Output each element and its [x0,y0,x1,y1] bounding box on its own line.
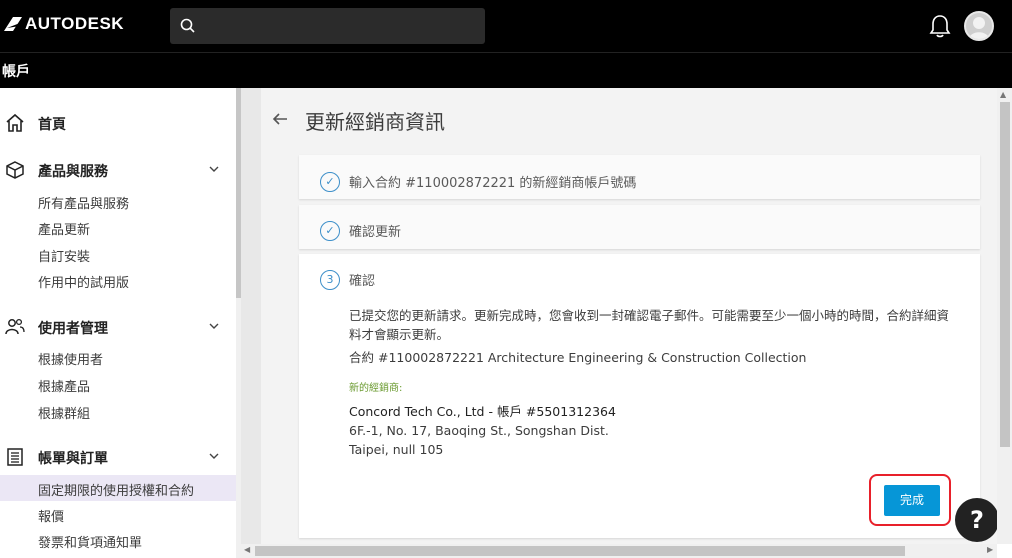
new-reseller-label: 新的經銷商: [349,383,403,394]
search-icon [180,18,195,33]
step-number-icon: 3 [320,270,340,290]
address-line: Taipei, null 105 [349,442,444,457]
contract-product: Architecture Engineering & Construction … [483,350,807,365]
sidebar-item-label: 產品更新 [38,223,91,238]
sidebar-item-label: 所有產品與服務 [38,197,130,212]
message-line: 料才會顯示更新。 [349,327,450,342]
sidebar-section-label: 使用者管理 [38,321,108,337]
sidebar-item-term-licenses[interactable]: 固定期限的使用授權和合約 [0,475,236,501]
sidebar-item-label: 根據產品 [38,380,91,395]
search-input[interactable] [170,8,485,44]
sidebar-item-label: 固定期限的使用授權和合約 [38,484,195,499]
chevron-down-icon[interactable] [208,163,220,175]
scroll-right-icon[interactable]: ▶ [987,545,993,554]
back-arrow-icon[interactable] [271,110,289,128]
chevron-down-icon[interactable] [208,320,220,332]
sidebar-section-label: 產品與服務 [38,164,108,180]
sidebar-item-product-updates[interactable]: 產品更新 [0,214,236,240]
bell-icon[interactable] [928,13,952,39]
sidebar-item-label: 作用中的試用版 [38,276,130,291]
sidebar-item-by-product[interactable]: 根據產品 [0,371,236,397]
scroll-left-icon[interactable]: ◀ [244,545,250,554]
avatar[interactable] [964,11,994,41]
sidebar-item-label: 自訂安裝 [38,250,91,265]
page-title: 更新經銷商資訊 [305,110,445,134]
step-label: 確認 [349,274,376,289]
account-label: 帳戶 [2,64,30,80]
scroll-up-icon[interactable]: ▲ [1000,90,1006,99]
reseller-name: Concord Tech Co., Ltd - 帳戶 #5501312364 [349,404,616,419]
avatar-icon [969,17,989,39]
brand-name: AUTODESK [25,14,125,33]
sidebar-item-custom-install[interactable]: 自訂安裝 [0,241,236,267]
scrollbar-thumb[interactable] [1000,102,1010,447]
sidebar-item-label: 首頁 [38,117,66,133]
help-button[interactable]: ? [955,498,999,542]
sidebar-section-billing[interactable]: 帳單與訂單 [0,444,236,470]
sidebar-item-label: 根據使用者 [38,353,104,368]
check-circle-icon: ✓ [320,221,340,241]
address-line: 6F.-1, No. 17, Baoqing St., Songshan Dis… [349,423,609,438]
contract-prefix: 合約 [349,350,378,365]
autodesk-logo-icon [4,17,22,31]
sidebar-item-label: 根據群組 [38,407,91,422]
step-card-2[interactable]: ✓ 確認更新 [299,205,980,249]
sidebar-item-quotes[interactable]: 報價 [0,501,236,527]
step-label: 輸入合約 #110002872221 的新經銷商帳戶號碼 [349,176,637,191]
step-card-1[interactable]: ✓ 輸入合約 #110002872221 的新經銷商帳戶號碼 [299,155,980,199]
reseller-details: Concord Tech Co., Ltd - 帳戶 #5501312364 6… [349,402,616,459]
confirmation-message: 已提交您的更新請求。更新完成時，您會收到一封確認電子郵件。可能需要至少一個小時的… [349,306,964,344]
main-vertical-scrollbar[interactable]: ▲ [997,88,1012,544]
sidebar-item-all-products[interactable]: 所有產品與服務 [0,188,236,214]
sidebar-section-label: 帳單與訂單 [38,451,108,467]
users-icon [5,318,25,335]
scrollbar-thumb[interactable] [255,546,905,556]
main-horizontal-scrollbar[interactable]: ◀ ▶ [241,544,997,558]
box-icon [6,161,24,179]
sidebar-item-by-user[interactable]: 根據使用者 [0,344,236,370]
sidebar-section-users[interactable]: 使用者管理 [0,314,236,340]
home-icon [6,113,24,132]
sidebar-item-trials[interactable]: 作用中的試用版 [0,267,236,293]
done-button[interactable]: 完成 [884,485,940,516]
chevron-down-icon[interactable] [208,450,220,462]
sidebar-item-home[interactable]: 首頁 [0,110,236,136]
sidebar-item-by-group[interactable]: 根據群組 [0,398,236,424]
sidebar-item-invoices[interactable]: 發票和貨項通知單 [0,527,236,553]
message-line: 已提交您的更新請求。更新完成時，您會收到一封確認電子郵件。可能需要至少一個小時的… [349,308,950,323]
contract-number: #110002872221 [377,350,484,365]
sidebar-section-products[interactable]: 產品與服務 [0,157,236,183]
sidebar-item-label: 發票和貨項通知單 [38,536,143,551]
billing-icon [7,448,23,466]
content-gutter [241,88,261,544]
top-bar: AUTODESK [0,0,1012,52]
account-bar: 帳戶 [0,52,1012,88]
check-circle-icon: ✓ [320,172,340,192]
autodesk-logo[interactable]: AUTODESK [4,14,124,34]
sidebar-item-label: 報價 [38,510,65,525]
step-label: 確認更新 [349,225,402,240]
contract-line: 合約 #110002872221 Architecture Engineerin… [349,348,806,367]
